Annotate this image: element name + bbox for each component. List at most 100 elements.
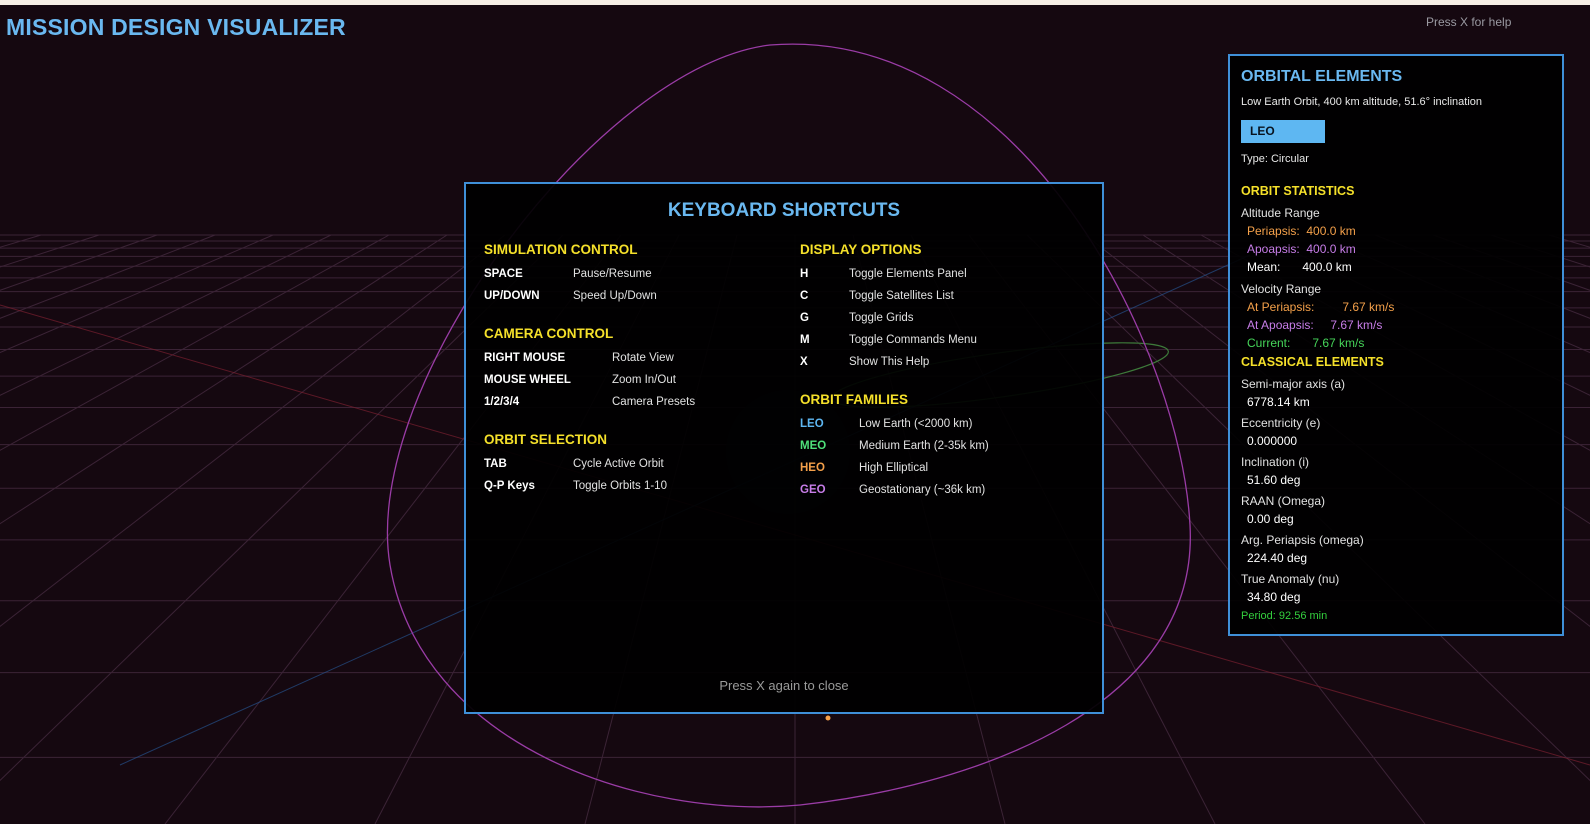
shortcut-row: LEO Low Earth (<2000 km) (800, 418, 1100, 440)
panel-title: ORBITAL ELEMENTS (1241, 68, 1403, 85)
velocity-range-label: Velocity Range (1241, 282, 1322, 296)
classical-element-value: 34.80 deg (1247, 590, 1301, 604)
altitude-periapsis: Periapsis: 400.0 km (1241, 222, 1551, 240)
velocity-apoapsis: At Apoapsis: 7.67 km/s (1241, 316, 1551, 334)
shortcut-section-heading: ORBIT SELECTION (484, 432, 608, 447)
shortcut-row: TAB Cycle Active Orbit (484, 458, 784, 480)
altitude-apoapsis-value: 400.0 km (1306, 242, 1356, 256)
shortcut-row: C Toggle Satellites List (800, 290, 1100, 312)
shortcut-section-heading: DISPLAY OPTIONS (800, 242, 922, 257)
keyboard-shortcuts-dialog: KEYBOARD SHORTCUTS SIMULATION CONTROL SPA… (464, 182, 1104, 714)
shortcut-description: Toggle Grids (849, 312, 914, 324)
shortcut-description: High Elliptical (859, 462, 929, 474)
shortcut-key: LEO (800, 418, 824, 430)
shortcut-key: GEO (800, 484, 826, 496)
shortcut-row: MEO Medium Earth (2-35k km) (800, 440, 1100, 462)
grid-line (0, 234, 506, 628)
classical-element-value: 224.40 deg (1247, 551, 1308, 565)
grid-line (0, 234, 100, 268)
shortcut-description: Rotate View (612, 352, 674, 364)
shortcut-description: Geostationary (~36k km) (859, 484, 986, 496)
shortcut-key: 1/2/3/4 (484, 396, 520, 408)
shortcut-row: M Toggle Commands Menu (800, 334, 1100, 356)
altitude-mean: Mean: 400.0 km (1241, 258, 1551, 276)
velocity-current-label: Current: (1247, 336, 1291, 350)
altitude-apoapsis: Apoapsis: 400.0 km (1241, 240, 1551, 258)
shortcut-key: H (800, 268, 809, 280)
shortcut-description: Medium Earth (2-35k km) (859, 440, 989, 452)
classical-elements-list: Semi-major axis (a) 6778.14 km Eccentricit… (1241, 375, 1551, 606)
velocity-periapsis: At Periapsis: 7.67 km/s (1241, 298, 1551, 316)
shortcut-row: MOUSE WHEEL Zoom In/Out (484, 374, 784, 396)
shortcut-row: RIGHT MOUSE Rotate View (484, 352, 784, 374)
shortcut-key: MEO (800, 440, 827, 452)
grid-line (0, 234, 42, 248)
altitude-mean-label: Mean: (1247, 260, 1281, 274)
shortcut-description: Toggle Commands Menu (849, 334, 977, 346)
classical-element-label: Inclination (i) (1241, 455, 1310, 469)
classical-element-value: 51.60 deg (1247, 473, 1301, 487)
classical-element-value: 0.00 deg (1247, 512, 1294, 526)
shortcut-description: Toggle Elements Panel (849, 268, 967, 280)
altitude-range-label: Altitude Range (1241, 206, 1320, 220)
velocity-current: Current: 7.67 km/s (1241, 334, 1551, 352)
velocity-apoapsis-label: At Apoapsis: (1247, 318, 1314, 332)
shortcut-row: SPACE Pause/Resume (484, 268, 784, 290)
shortcut-section-heading: CAMERA CONTROL (484, 326, 614, 341)
shortcut-key: G (800, 312, 809, 324)
altitude-mean-value: 400.0 km (1302, 260, 1352, 274)
orbit-period: Period: 92.56 min (1241, 610, 1328, 622)
shortcut-description: Toggle Satellites List (849, 290, 954, 302)
shortcut-key: RIGHT MOUSE (484, 352, 566, 364)
orbit-family-badge: LEO (1241, 120, 1325, 143)
shortcut-section-heading: ORBIT FAMILIES (800, 392, 908, 407)
app-title: MISSION DESIGN VISUALIZER (6, 14, 346, 40)
shortcut-key: Q-P Keys (484, 480, 535, 492)
shortcut-description: Speed Up/Down (573, 290, 657, 302)
shortcut-description: Cycle Active Orbit (573, 458, 664, 470)
dialog-title: KEYBOARD SHORTCUTS (667, 200, 901, 221)
classical-elements-heading: CLASSICAL ELEMENTS (1241, 355, 1384, 369)
orbit-description: Low Earth Orbit, 400 km altitude, 51.6° … (1241, 96, 1483, 108)
shortcut-row: GEO Geostationary (~36k km) (800, 484, 1100, 506)
classical-element-label: Semi-major axis (a) (1241, 377, 1346, 391)
classical-element-value: 6778.14 km (1247, 395, 1310, 409)
shortcut-description: Toggle Orbits 1-10 (573, 480, 667, 492)
shortcut-description: Show This Help (849, 356, 930, 368)
grid-line (0, 234, 390, 451)
altitude-periapsis-value: 400.0 km (1306, 224, 1356, 238)
velocity-periapsis-label: At Periapsis: (1247, 300, 1315, 314)
shortcut-key: UP/DOWN (484, 290, 540, 302)
altitude-apoapsis-label: Apoapsis: (1247, 242, 1300, 256)
shortcut-key: X (800, 356, 808, 368)
classical-element-label: Arg. Periapsis (omega) (1241, 533, 1364, 547)
shortcut-key: M (800, 334, 810, 346)
altitude-periapsis-label: Periapsis: (1247, 224, 1300, 238)
shortcut-description: Low Earth (<2000 km) (859, 418, 973, 430)
help-hint: Press X for help (1426, 15, 1512, 29)
classical-element-label: True Anomaly (nu) (1241, 572, 1340, 586)
shortcuts-left-column: SIMULATION CONTROL SPACE Pause/Resume UP/DO… (484, 242, 784, 502)
shortcut-section-heading: SIMULATION CONTROL (484, 242, 638, 257)
orbital-elements-panel: ORBITAL ELEMENTS Low Earth Orbit, 400 km… (1228, 54, 1564, 636)
dialog-close-hint: Press X again to close (719, 678, 849, 693)
classical-element-label: Eccentricity (e) (1241, 416, 1321, 430)
shortcut-key: SPACE (484, 268, 523, 280)
grid-line (0, 234, 216, 319)
velocity-apoapsis-value: 7.67 km/s (1330, 318, 1383, 332)
shortcut-description: Zoom In/Out (612, 374, 676, 386)
velocity-periapsis-value: 7.67 km/s (1342, 300, 1395, 314)
orbit-type: Type: Circular (1241, 153, 1309, 165)
velocity-current-value: 7.67 km/s (1312, 336, 1365, 350)
shortcut-key: MOUSE WHEEL (484, 374, 571, 386)
classical-element-value: 0.000000 (1247, 434, 1298, 448)
shortcut-row: X Show This Help (800, 356, 1100, 378)
shortcut-row: UP/DOWN Speed Up/Down (484, 290, 784, 312)
shortcut-row: 1/2/3/4 Camera Presets (484, 396, 784, 418)
shortcut-description: Camera Presets (612, 396, 696, 408)
shortcut-key: C (800, 290, 809, 302)
shortcut-row: G Toggle Grids (800, 312, 1100, 334)
grid-line (0, 234, 332, 396)
satellite-marker (825, 715, 831, 721)
orbit-statistics-heading: ORBIT STATISTICS (1241, 184, 1355, 198)
